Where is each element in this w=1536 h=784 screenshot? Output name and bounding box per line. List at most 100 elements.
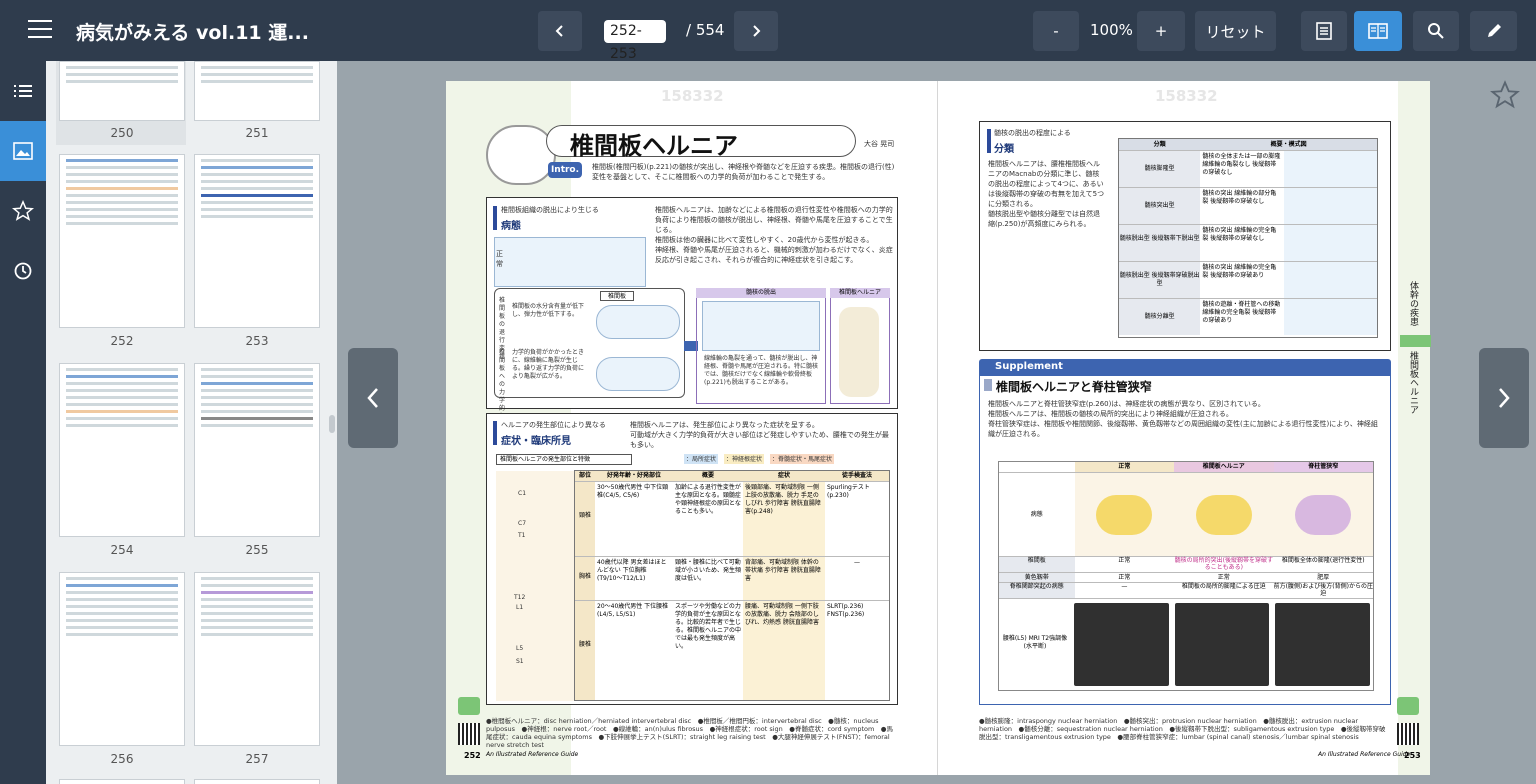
author: 大谷 晃司 — [864, 140, 895, 148]
thumbnail-label: 251 — [245, 126, 269, 140]
bullet: 椎間板ヘルニアは、加齢などによる椎間板の退行性変性や椎間板への力学的負荷により椎… — [655, 206, 893, 234]
class-cell: 髄核突出型 — [1119, 188, 1201, 224]
bookmark-star-icon[interactable] — [1490, 80, 1520, 110]
pen-icon — [1487, 24, 1501, 37]
thumbnail-page-253[interactable] — [194, 154, 320, 328]
classification-table: 分類 概要・模式図 髄核膨隆型 髄核の全体または一部の膨隆 線維輪の亀裂なし 後… — [1118, 138, 1378, 338]
star-icon — [12, 200, 34, 221]
compare-image — [1174, 473, 1274, 556]
compare-header: 脊柱管狭窄 — [1273, 462, 1373, 472]
footer-terms: ●髄核膨隆：intraspongy nuclear herniation ●髄核… — [979, 717, 1386, 741]
zoom-in-button[interactable]: + — [1137, 11, 1185, 51]
table-header: 分類 — [1153, 141, 1166, 148]
section2-sub: ヘルニアの発生部位により異なる — [501, 421, 606, 429]
compare-cell: 椎間板の局所的膨隆による圧迫 — [1181, 583, 1266, 590]
class-bullets: 椎間板ヘルニアは、腰椎椎間板ヘルニアのMacnabの分類に準じ、髄核の脱出の程度… — [988, 159, 1106, 229]
intro-text: 椎間板(椎間円板)(p.221)の髄核が突出し、神経根や脊髄などを圧迫する疾患。… — [592, 163, 895, 181]
search-button[interactable] — [1413, 11, 1459, 51]
mri-image — [1275, 603, 1371, 686]
zoom-out-button[interactable]: - — [1033, 11, 1079, 51]
book-title: 病気がみえる vol.11 運... — [76, 22, 309, 44]
table-cell: 30〜50歳代男性 中下位頸椎(C4/5, C5/6) — [597, 484, 669, 499]
table-header: 概要 — [701, 472, 714, 479]
disc-crack-image — [596, 357, 680, 391]
rail-bookmarks-button[interactable] — [0, 181, 46, 241]
table-cell: 背部痛、可動域制限 体幹の帯状痛 歩行障害 膀胱直腸障害 — [743, 557, 825, 600]
rail-thumbnails-button[interactable] — [0, 121, 46, 181]
legend-root: ：神経根症状 — [724, 454, 765, 464]
thumbnail-label: 250 — [110, 126, 134, 140]
thumbnail-page-251[interactable] — [194, 61, 320, 121]
intro-badge: Intro. — [548, 162, 582, 178]
spine-logo — [486, 125, 556, 185]
class-cell: 髄核の遊離・脊柱管への移動 線維輪の完全亀裂 後縦靱帯の穿破あり — [1202, 301, 1281, 324]
compare-cell: 正常 — [1118, 557, 1131, 564]
history-icon — [14, 262, 32, 280]
panel-resize-handle[interactable] — [329, 415, 335, 433]
thumbnail-label: 253 — [245, 334, 269, 348]
chevron-left-icon — [367, 388, 378, 408]
image-icon — [13, 142, 33, 160]
table-cell: 後頸部痛、可動域制限 一側上肢の放散痛、脱力 手足のしびれ 歩行障害 膀胱直腸障… — [743, 482, 825, 556]
bullet: 椎間板ヘルニアは、発生部位により異なった症状を呈する。 — [630, 421, 819, 429]
compare-cell: 椎間板全体の膨隆(退行性変性) — [1281, 557, 1365, 564]
pen-button[interactable] — [1470, 11, 1517, 51]
class-sub: 髄核の脱出の程度による — [994, 129, 1071, 137]
compare-image — [1273, 473, 1373, 556]
thumbnail-page-254[interactable] — [59, 363, 185, 537]
thumbnail-label: 256 — [110, 752, 134, 766]
reset-button[interactable]: リセット — [1195, 11, 1276, 51]
class-diagram — [1283, 188, 1377, 224]
table-row: 腰椎 20〜40歳代男性 下位腰椎(L4/5, L5/S1) スポーツや労働など… — [575, 600, 889, 700]
compare-row: 黄色靱帯 正常 正常 肥厚 — [999, 572, 1373, 582]
rail-history-button[interactable] — [0, 241, 46, 301]
comparison-table: 正常 椎間板ヘルニア 脊柱管狭窄 病態 椎間板 正常 髄核の局所的突出(後縦靱帯… — [998, 461, 1374, 691]
disc-box-label: 椎間板 — [600, 291, 634, 301]
thumbnail-page-next[interactable] — [59, 779, 185, 784]
page-number-input[interactable]: 252-253 — [604, 20, 666, 62]
thumbnail-page-256[interactable] — [59, 572, 185, 746]
compare-label: 椎間板 — [999, 557, 1075, 572]
thumbnail-page-next[interactable] — [194, 779, 320, 784]
bullet: 脊柱管狭窄症は、椎間板や椎間関節、後縦靱帯、黄色靱帯などの周囲組織の変性(主に加… — [988, 420, 1378, 438]
next-page-button[interactable] — [734, 11, 778, 51]
compare-header: 正常 — [1074, 462, 1175, 472]
mri-image — [1174, 603, 1270, 686]
compare-row: 腰椎(L5) MRI T2強調像(水平断) — [999, 598, 1373, 690]
table-caption: 椎間板ヘルニアの発生部位と特徴 — [496, 454, 632, 465]
prev-page-button[interactable] — [538, 11, 582, 51]
thumbnail-page-255[interactable] — [194, 363, 320, 537]
page-spread: 158332 椎間板ヘルニア 大谷 晃司 Intro. 椎間板(椎間円板)(p.… — [446, 81, 1431, 775]
sidebar-rail — [0, 61, 46, 784]
page-253: 158332 髄核の脱出の程度による 分類 椎間板ヘルニアは、腰椎椎間板ヘルニア… — [937, 81, 1431, 775]
spine-label: T1 — [518, 532, 526, 539]
rail-toc-button[interactable] — [0, 61, 46, 121]
top-toolbar: 病気がみえる vol.11 運... 252-253 / 554 - 100% … — [0, 0, 1536, 62]
side-tab-bottom: 椎間板ヘルニア — [1408, 351, 1418, 414]
viewer-next-button[interactable] — [1479, 348, 1529, 448]
table-cell: Spurlingテスト(p.230) — [827, 484, 870, 499]
footer-terms: ●椎間板ヘルニア：disc herniation／herniated inter… — [486, 717, 893, 749]
side-tab-marker — [1400, 335, 1431, 347]
section2-bullets: 椎間板ヘルニアは、発生部位により異なった症状を呈する。 可動域が大きく力学的負荷… — [630, 420, 892, 450]
thumbnail-page-252[interactable] — [59, 154, 185, 328]
thumbnail-page-257[interactable] — [194, 572, 320, 746]
viewer-prev-button[interactable] — [348, 348, 398, 448]
spread-view-button[interactable] — [1354, 11, 1402, 51]
chevron-right-icon — [1499, 388, 1510, 408]
search-icon — [1428, 23, 1444, 39]
class-diagram — [1283, 151, 1377, 187]
prolapse-label: 髄核の脱出 — [696, 288, 826, 298]
normal-disc-diagram — [494, 237, 646, 287]
thumbnail-label: 257 — [245, 752, 269, 766]
single-page-icon — [1316, 22, 1332, 40]
thumbnail-page-250[interactable] — [59, 61, 185, 121]
hamburger-icon[interactable] — [28, 20, 52, 40]
table-row: 頸椎 30〜50歳代男性 中下位頸椎(C4/5, C5/6) 加齢による退行性変… — [575, 481, 889, 556]
class-cell: 髄核の突出 線維輪の部分亀裂 後縦靱帯の穿破なし — [1202, 190, 1277, 205]
spine-label: L5 — [516, 645, 524, 652]
compare-cell: 肥厚 — [1317, 574, 1330, 581]
single-page-view-button[interactable] — [1301, 11, 1347, 51]
chevron-right-icon — [753, 25, 761, 37]
class-cell: 髄核の突出 線維輪の完全亀裂 後縦靱帯の穿破なし — [1202, 227, 1277, 242]
